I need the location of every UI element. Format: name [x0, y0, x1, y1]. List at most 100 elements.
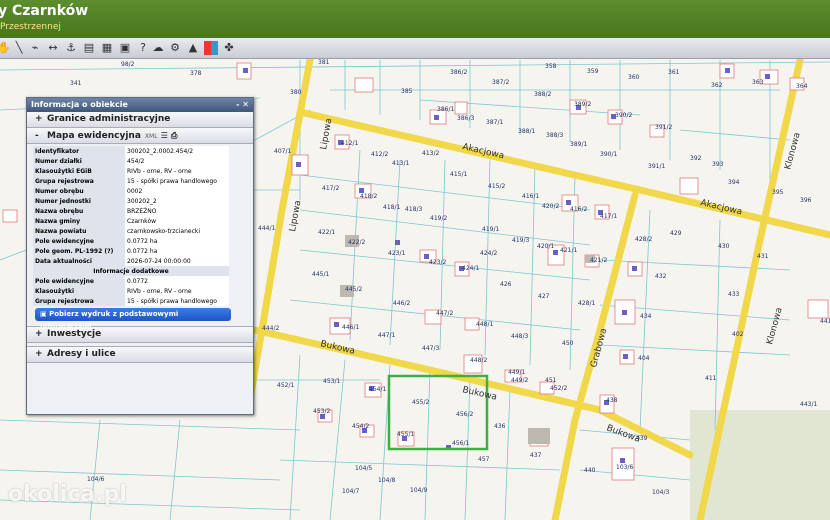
parcel-label[interactable]: 416/1	[522, 193, 539, 200]
list-icon[interactable]: ☰	[161, 131, 168, 140]
parcel-label[interactable]: 380	[290, 89, 302, 96]
parcel-label[interactable]: 404	[638, 355, 650, 362]
object-info-panel[interactable]: Informacja o obiekcie - ✕ + Granice admin…	[26, 97, 254, 415]
table-icon[interactable]: ▦	[100, 41, 114, 55]
parcel-label[interactable]: 419/3	[512, 237, 529, 244]
parcel-label[interactable]: 341	[70, 80, 82, 87]
parcel-label[interactable]: 452/2	[550, 385, 567, 392]
parcel-label[interactable]: 419/2	[430, 215, 447, 222]
parcel-label[interactable]: 421/2	[590, 257, 607, 264]
parcel-label[interactable]: 456/1	[452, 440, 469, 447]
minimize-icon[interactable]: -	[236, 100, 239, 109]
parcel-label[interactable]: 423/2	[429, 259, 446, 266]
parcel-label[interactable]: 422/2	[348, 239, 365, 246]
close-icon[interactable]: ✕	[242, 100, 249, 109]
parcel-label[interactable]: 434	[640, 313, 652, 320]
parcel-label[interactable]: 424/2	[480, 250, 497, 257]
parcel-label[interactable]: 385	[401, 88, 413, 95]
parcel-label[interactable]: 388/2	[534, 91, 551, 98]
share-icon[interactable]: ✤	[222, 41, 236, 55]
parcel-label[interactable]: 389/1	[570, 141, 587, 148]
parcel-label[interactable]: 455/1	[397, 431, 414, 438]
xml-link[interactable]: XML	[145, 133, 158, 140]
parcel-label[interactable]: 415/2	[488, 183, 505, 190]
parcel-label[interactable]: 444/1	[258, 225, 275, 232]
parcel-label[interactable]: 386/2	[450, 69, 467, 76]
parcel-label[interactable]: 388/3	[546, 132, 563, 139]
parcel-label[interactable]: 447/3	[422, 345, 439, 352]
parcel-label[interactable]: 445/2	[345, 286, 362, 293]
parcel-label[interactable]: 104/5	[355, 465, 372, 472]
parcel-label[interactable]: 456/2	[456, 411, 473, 418]
section-granice[interactable]: + Granice administracyjne	[27, 112, 253, 128]
printer-icon[interactable]: ⎙	[171, 131, 177, 140]
palette-icon[interactable]: ▲	[186, 41, 200, 55]
parcel-label[interactable]: 439	[636, 435, 648, 442]
parcel-label[interactable]: 427	[538, 293, 550, 300]
parcel-label[interactable]: 457	[478, 456, 490, 463]
parcel-label[interactable]: 395	[772, 189, 784, 196]
parcel-label[interactable]: 420/2	[542, 203, 559, 210]
parcel-label[interactable]: 453/2	[313, 408, 330, 415]
parcel-label[interactable]: 440	[584, 467, 596, 474]
parcel-label[interactable]: 413/2	[422, 150, 439, 157]
pan-icon[interactable]: ✋	[0, 41, 11, 55]
cloud-icon[interactable]: ☁	[151, 41, 165, 55]
parcel-label[interactable]: 413/1	[392, 160, 409, 167]
parcel-label[interactable]: 361	[668, 69, 680, 76]
parcel-label[interactable]: 364	[796, 83, 808, 90]
parcel-label[interactable]: 455/2	[412, 399, 429, 406]
parcel-label[interactable]: 412/2	[371, 151, 388, 158]
parcel-label[interactable]: 392	[690, 155, 702, 162]
parcel-label[interactable]: 447/2	[436, 310, 453, 317]
parcel-label[interactable]: 433	[728, 291, 740, 298]
print-icon[interactable]: ▣	[118, 41, 132, 55]
line-icon[interactable]: ╲	[12, 41, 26, 55]
parcel-label[interactable]: 391/1	[648, 163, 665, 170]
parcel-label[interactable]: 104/7	[342, 488, 359, 495]
parcel-label[interactable]: 424/1	[462, 265, 479, 272]
parcel-label[interactable]: 445/1	[312, 271, 329, 278]
parcel-label[interactable]: 437	[530, 452, 542, 459]
parcel-label[interactable]: 452/1	[277, 382, 294, 389]
parcel-label[interactable]: 446/2	[393, 300, 410, 307]
parcel-label[interactable]: 446/1	[342, 324, 359, 331]
parcel-label[interactable]: 454/2	[352, 423, 369, 430]
parcel-label[interactable]: 421/1	[560, 247, 577, 254]
parcel-label[interactable]: 447/1	[378, 332, 395, 339]
parcel-label[interactable]: 429	[670, 230, 682, 237]
parcel-label[interactable]: 391/2	[655, 124, 672, 131]
parcel-label[interactable]: 417/2	[322, 185, 339, 192]
parcel-label[interactable]: 359	[587, 68, 599, 75]
parcel-label[interactable]: 104/3	[652, 489, 669, 496]
parcel-label[interactable]: 394	[728, 179, 740, 186]
parcel-label[interactable]: 428/2	[635, 236, 652, 243]
parcel-label[interactable]: 423/1	[388, 250, 405, 257]
polyline-icon[interactable]: ⌁	[28, 41, 42, 55]
parcel-label[interactable]: 417/1	[600, 213, 617, 220]
parcel-label[interactable]: 453/1	[323, 378, 340, 385]
parcel-label[interactable]: 438	[606, 397, 618, 404]
parcel-label[interactable]: 381	[318, 59, 330, 66]
parcel-label[interactable]: 393	[712, 161, 724, 168]
parcel-label[interactable]: 387/2	[492, 79, 509, 86]
parcel-label[interactable]: 448/1	[476, 321, 493, 328]
section-adresy[interactable]: + Adresy i ulice	[27, 346, 253, 363]
parcel-label[interactable]: 450	[562, 340, 574, 347]
parcel-label[interactable]: 103/6	[616, 464, 633, 471]
parcel-label[interactable]: 441	[820, 318, 830, 325]
section-mapa[interactable]: - Mapa ewidencyjna XML ☰ ⎙	[27, 128, 253, 144]
parcel-label[interactable]: 420/1	[537, 243, 554, 250]
parcel-label[interactable]: 390/2	[615, 112, 632, 119]
parcel-label[interactable]: 390/1	[600, 151, 617, 158]
parcel-label[interactable]: 387/1	[486, 119, 503, 126]
parcel-label[interactable]: 407/1	[274, 148, 291, 155]
parcel-label[interactable]: 386/3	[457, 115, 474, 122]
parcel-label[interactable]: 436	[494, 423, 506, 430]
parcel-label[interactable]: 418/3	[405, 206, 422, 213]
layers-icon[interactable]: ▤	[82, 41, 96, 55]
parcel-label[interactable]: 454/1	[369, 386, 386, 393]
parcel-label[interactable]: 360	[628, 74, 640, 81]
parcel-label[interactable]: 416/2	[570, 206, 587, 213]
parcel-label[interactable]: 98/2	[121, 61, 135, 68]
